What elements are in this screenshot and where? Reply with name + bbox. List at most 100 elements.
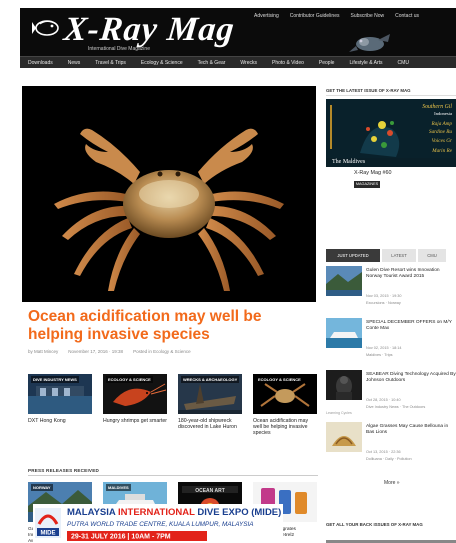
fish-logo-icon [32,20,59,36]
sidebar-issue-heading: GET THE LATEST ISSUE OF X-RAY MAG [326,88,411,93]
banner-line1-a: MALAYSIA [67,507,118,518]
banner-line1-b: INTERNATIONAL [118,507,195,518]
banner-line1-c: DIVE EXPO (MIDE) 2016 [195,507,283,518]
nav-photo-video[interactable]: Photo & Video [272,60,304,66]
featured-caption[interactable]: DXT Hong Kong [28,418,92,424]
nav-tech-gear[interactable]: Tech & Gear [198,60,226,66]
nav-people[interactable]: People [319,60,335,66]
featured-badge: ECOLOGY & SCIENCE [256,376,303,383]
main-nav: Downloads News Travel & Trips Ecology & … [20,56,456,68]
sidebar-divider [326,95,456,96]
list-title[interactable]: Gulen Dive Resort wins Innovation Norway… [366,268,456,280]
nav-lifestyle[interactable]: Lifestyle & Arts [349,60,382,66]
topnav-subscribe[interactable]: Subscribe Now [350,13,384,19]
magazine-cover[interactable]: Southern Gil Indonesia Raja Amp Sardine … [326,99,456,163]
svg-text:MALAYSIA INTERNATIONAL DIVE EX: MALAYSIA INTERNATIONAL DIVE EXPO (MIDE) … [67,507,283,518]
list-item[interactable]: SPECIAL DECEMBER OFFERS on M/Y Conte Max… [326,318,456,370]
featured-caption[interactable]: Hungry shrimps get smarter [103,418,167,424]
section-divider [28,475,318,476]
banner-line2: PUTRA WORLD TRADE CENTRE, KUALA LUMPUR, … [67,521,254,528]
nav-downloads[interactable]: Downloads [28,60,53,66]
sidebar: GET THE LATEST ISSUE OF X-RAY MAG Southe… [326,68,456,543]
top-nav: Advertising Contributor Guidelines Subsc… [254,13,419,19]
list-category[interactable]: Excursions · Norway [366,301,401,305]
featured-badge: WRECKS & ARCHAEOLOGY [181,376,239,383]
diver-image [349,34,390,52]
cover-title: The Maldives [332,159,366,165]
list-date: Oct 13, 2015 · 22:36 [366,450,401,454]
cover-text: Raja Amp [430,121,452,127]
cover-text: Sardine Ru [429,129,452,135]
cover-text: Southern Gil [422,104,452,110]
hero-image[interactable] [22,86,316,302]
list-date: Nov 02, 2015 · 18:14 [366,346,402,350]
nav-cmu[interactable]: CMU [398,60,409,66]
featured-card[interactable]: ECOLOGY & SCIENCE Ocean acidification ma… [253,374,317,437]
cover-text: Indonesia [434,111,452,116]
featured-thumb: WRECKS & ARCHAEOLOGY [178,374,242,414]
nav-news[interactable]: News [68,60,81,66]
site-logo-title[interactable]: X-Ray Mag [62,11,236,49]
list-title[interactable]: Algae Grasses May Cause Bellouna in Bas … [366,424,456,436]
featured-badge: ECOLOGY & SCIENCE [106,376,153,383]
list-title[interactable]: SPECIAL DECEMBER OFFERS on M/Y Conte Max [366,320,456,332]
page: X-Ray Mag International Dive Magazine Ad… [0,0,456,543]
topnav-contact[interactable]: Contact us [395,13,419,19]
hero-headline[interactable]: Ocean acidification may well be helping … [28,308,318,344]
sidebar-tabs: JUST UPDATED LATEST CMU [326,249,456,262]
hero-category[interactable]: Posted in Ecology & Science [133,349,191,354]
topnav-advertising[interactable]: Advertising [254,13,279,19]
back-issues-heading: GET ALL YOUR BACK ISSUES OF X-RAY MAG [326,522,423,527]
hero-meta: by Matt Mincey November 17, 2016 · 19:38… [28,349,191,354]
list-category[interactable]: Maldives · Trips [366,353,393,357]
topnav-contributor-guidelines[interactable]: Contributor Guidelines [290,13,340,19]
list-thumb [326,318,362,348]
list-item[interactable]: Gulen Dive Resort wins Innovation Norway… [326,266,456,318]
more-link[interactable]: More » [384,480,400,486]
cover-text: Voices Gr [432,138,453,144]
mide-logo-text: MIDE [41,531,56,537]
sidebar-extra-label: Learning Cycles [326,411,352,415]
nav-wrecks[interactable]: Wrecks [240,60,257,66]
list-date: Oct 28, 2015 · 10:40 [366,398,401,402]
crab-photo [22,86,316,302]
featured-card[interactable]: DIVE INDUSTRY NEWS DXT Hong Kong [28,374,92,424]
featured-badge: DIVE INDUSTRY NEWS [31,376,79,383]
featured-card[interactable]: WRECKS & ARCHAEOLOGY 180-year-old shipwr… [178,374,242,430]
hero-date: November 17, 2016 · 19:38 [68,349,124,354]
tab-latest[interactable]: LATEST [382,249,416,262]
nav-travel[interactable]: Travel & Trips [95,60,126,66]
featured-thumb: DIVE INDUSTRY NEWS [28,374,92,414]
list-category[interactable]: Dive Industry News · The Outdoors [366,405,425,409]
featured-card[interactable]: ECOLOGY & SCIENCE Hungry shrimps get sma… [103,374,167,424]
banner-line3: 29-31 JULY 2016 | 10AM - 7PM [71,534,171,541]
main-content: Ocean acidification may well be helping … [22,68,318,543]
featured-caption[interactable]: 180-year-old shipwreck discovered in Lak… [178,418,242,430]
press-badge: NORWAY [31,484,53,491]
site-tagline: International Dive Magazine [88,46,150,52]
press-releases-heading: PRESS RELEASES RECEIVED [28,468,99,473]
list-category[interactable]: Dolliuana · Daily · Pollution [366,457,412,461]
featured-caption[interactable]: Ocean acidification may well be helping … [253,418,317,437]
featured-thumb: ECOLOGY & SCIENCE [253,374,317,414]
list-date: Nov 03, 2015 · 19:30 [366,294,402,298]
list-thumb [326,422,362,452]
magazines-button[interactable]: MAGAZINES [354,181,380,188]
issue-title[interactable]: X-Ray Mag #60 [354,170,391,176]
tab-cmu[interactable]: CMU [418,249,446,262]
svg-text:OCEAN ART: OCEAN ART [195,488,225,494]
featured-thumb: ECOLOGY & SCIENCE [103,374,167,414]
featured-grid: DIVE INDUSTRY NEWS DXT Hong Kong ECOLOGY… [28,374,318,444]
list-item[interactable]: Algae Grasses May Cause Bellouna in Bas … [326,422,456,474]
hero-author[interactable]: by Matt Mincey [28,349,58,354]
cover-text: Marin Re [431,148,452,154]
list-thumb [326,266,362,296]
mide-banner[interactable]: MIDE MALAYSIA INTERNATIONAL DIVE EXPO (M… [33,504,305,543]
list-title[interactable]: SEABEAR Diving Technology Acquired By Jo… [366,372,456,384]
nav-ecology[interactable]: Ecology & Science [141,60,183,66]
cover-title-strip: The Maldives [326,158,456,167]
press-badge: MALDIVES [106,484,131,491]
site-header: X-Ray Mag International Dive Magazine Ad… [20,8,456,60]
tab-just-updated[interactable]: JUST UPDATED [326,249,380,262]
list-thumb [326,370,362,400]
